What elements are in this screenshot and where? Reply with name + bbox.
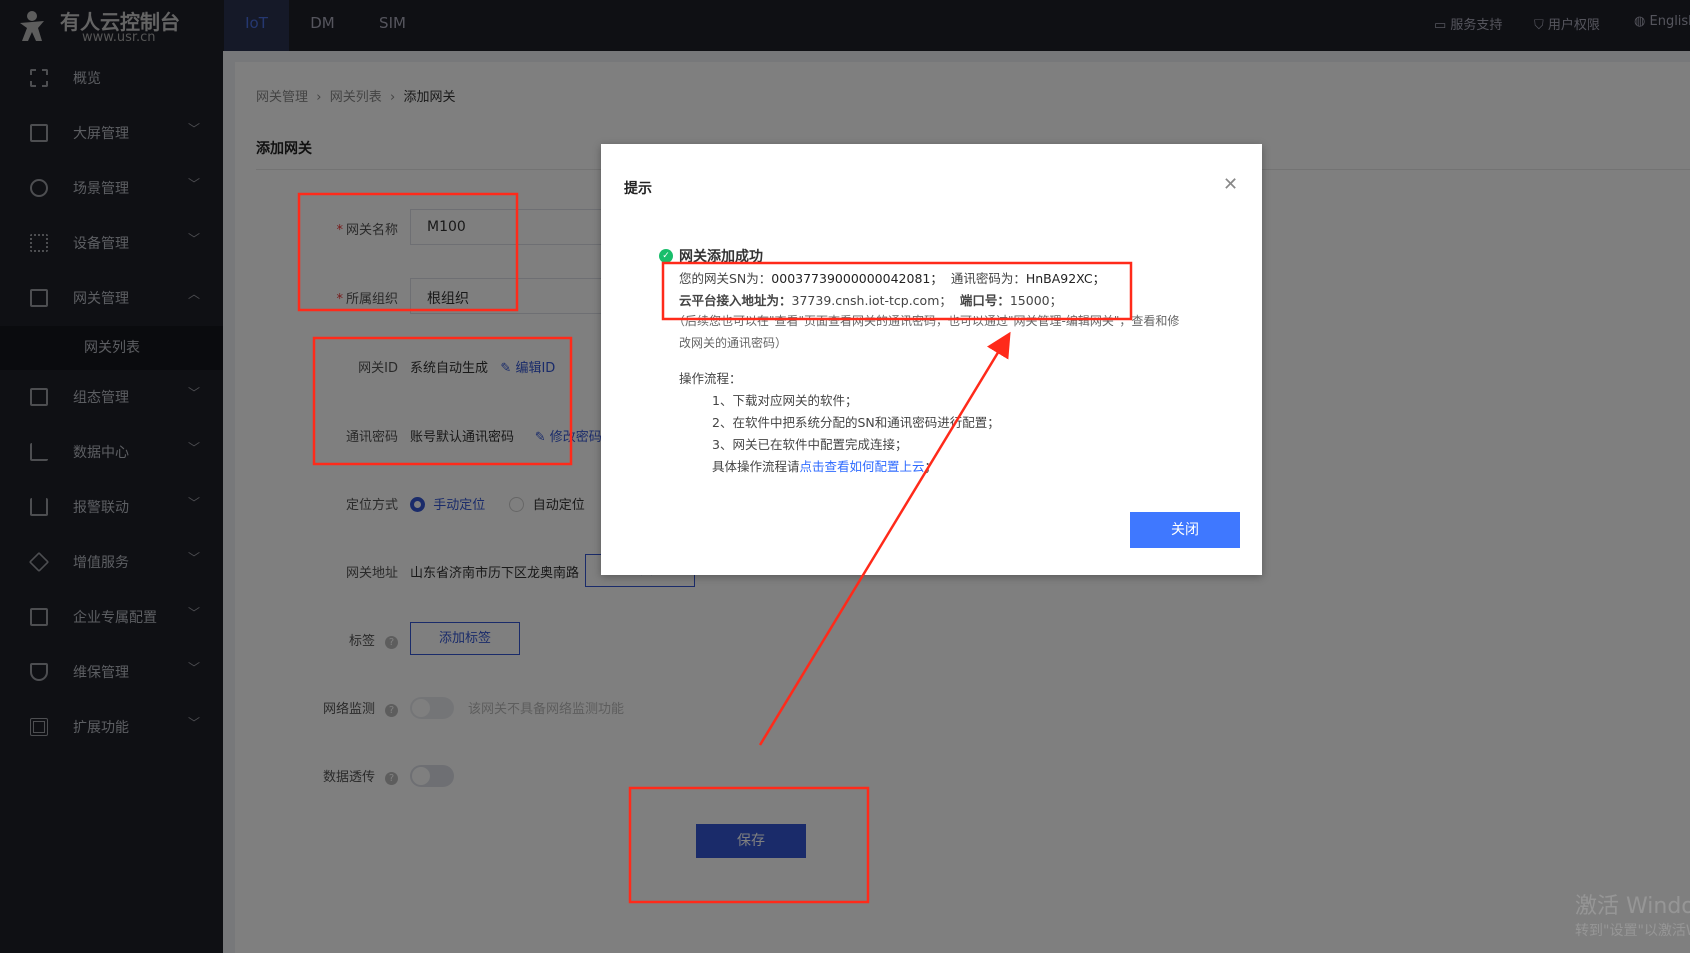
success-dialog: 提示 ✕ ✓ 网关添加成功 您的网关SN为：000377390000000420… bbox=[601, 144, 1262, 575]
windows-activation-watermark: 激活 Windows 转到"设置"以激活Windows。 bbox=[1575, 888, 1690, 940]
watermark-line2: 转到"设置"以激活Windows。 bbox=[1575, 923, 1690, 939]
close-button[interactable]: 关闭 bbox=[1130, 512, 1240, 548]
note-line2: 改网关的通讯密码） bbox=[679, 336, 788, 350]
step-1: 1、下载对应网关的软件； bbox=[712, 393, 858, 408]
step-2: 2、在软件中把系统分配的SN和通讯密码进行配置； bbox=[712, 415, 1000, 430]
sn-line: 您的网关SN为：00037739000000042081； 通讯密码为：HnBA… bbox=[679, 271, 1106, 286]
check-circle-icon: ✓ bbox=[659, 249, 673, 263]
address-line: 云平台接入地址为：37739.cnsh.iot-tcp.com； 端口号：150… bbox=[679, 293, 1063, 308]
detail-line: 具体操作流程请点击查看如何配置上云； bbox=[712, 459, 938, 474]
success-title: 网关添加成功 bbox=[679, 249, 763, 265]
note-line1: （后续您也可以在"查看"页面查看网关的通讯密码，也可以通过"网关管理-编辑网关"… bbox=[673, 314, 1180, 328]
watermark-line1: 激活 Windows bbox=[1575, 894, 1690, 919]
dialog-title: 提示 bbox=[624, 181, 652, 197]
step-3: 3、网关已在软件中配置完成连接； bbox=[712, 437, 908, 452]
close-icon[interactable]: ✕ bbox=[1223, 174, 1238, 195]
config-guide-link[interactable]: 点击查看如何配置上云 bbox=[800, 459, 925, 474]
flow-title: 操作流程： bbox=[679, 371, 742, 386]
